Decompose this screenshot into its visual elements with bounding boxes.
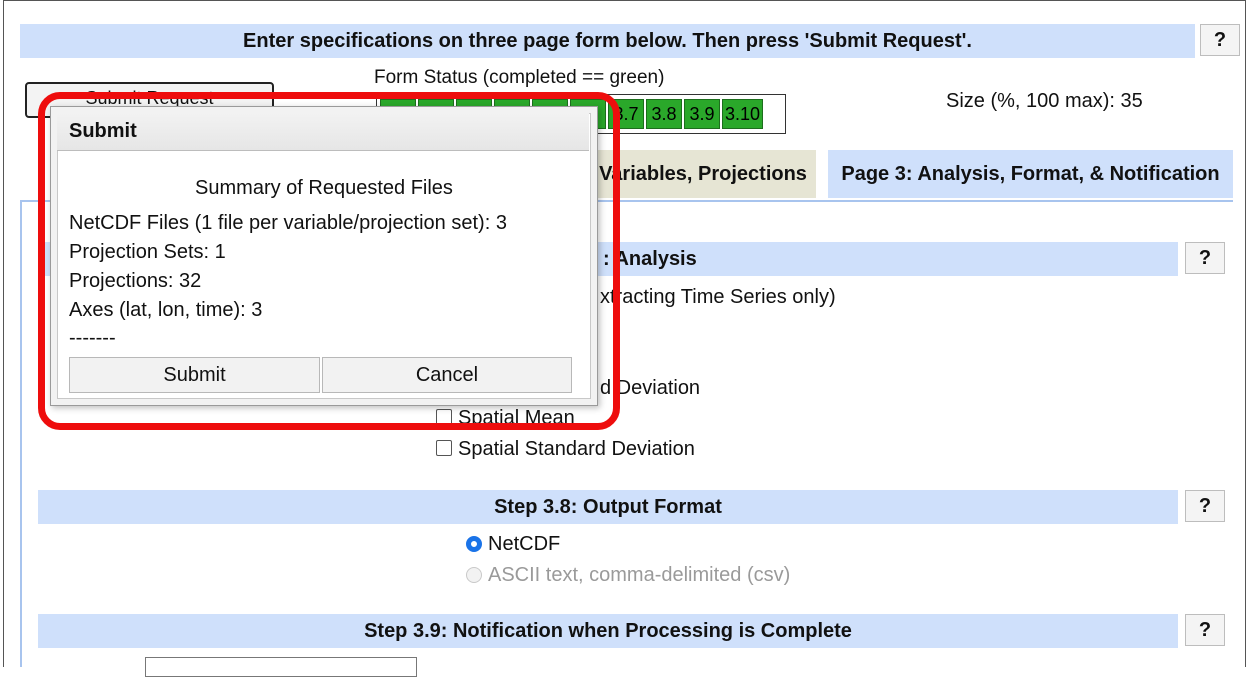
dialog-cancel-button[interactable]: Cancel xyxy=(322,357,572,393)
status-step[interactable]: 3.9 xyxy=(684,99,720,129)
instruction-text: Enter specifications on three page form … xyxy=(243,29,972,52)
spatial-std-checkbox[interactable] xyxy=(436,440,452,456)
spatial-std-option[interactable]: Spatial Standard Deviation xyxy=(436,438,695,461)
spatial-mean-checkbox[interactable] xyxy=(436,409,452,425)
dialog-title: Submit xyxy=(69,120,137,142)
output-format-header: Step 3.8: Output Format xyxy=(38,490,1178,524)
notification-help-button[interactable]: ? xyxy=(1185,614,1225,646)
help-icon: ? xyxy=(1198,494,1212,517)
dialog-submit-button[interactable]: Submit xyxy=(69,357,320,393)
tab-page-2[interactable]: Variables, Projections xyxy=(590,150,816,198)
std-deviation-label: d Deviation xyxy=(600,377,701,399)
summary-heading: Summary of Requested Files xyxy=(195,177,453,199)
ascii-radio[interactable] xyxy=(466,567,482,583)
help-button[interactable]: ? xyxy=(1200,24,1240,56)
netcdf-radio[interactable] xyxy=(466,536,482,552)
status-step[interactable]: 3.10 xyxy=(722,99,764,129)
axes-count: Axes (lat, lon, time): 3 xyxy=(69,299,263,321)
notification-header: Step 3.9: Notification when Processing i… xyxy=(38,614,1178,648)
summary-separator: ------- xyxy=(69,327,116,349)
size-indicator: Size (%, 100 max): 35 xyxy=(946,90,1143,112)
analysis-help-button[interactable]: ? xyxy=(1185,242,1225,274)
spatial-mean-option[interactable]: Spatial Mean xyxy=(436,407,575,430)
status-step[interactable]: 3.7 xyxy=(608,99,644,129)
tab-page-3[interactable]: Page 3: Analysis, Format, & Notification xyxy=(828,150,1233,198)
projections-count: Projections: 32 xyxy=(69,270,202,292)
help-icon: ? xyxy=(1198,246,1212,269)
form-status-label: Form Status (completed == green) xyxy=(374,67,665,88)
instruction-bar: Enter specifications on three page form … xyxy=(20,24,1195,58)
netcdf-files-count: NetCDF Files (1 file per variable/projec… xyxy=(69,212,507,234)
output-format-help-button[interactable]: ? xyxy=(1185,490,1225,522)
projection-sets-count: Projection Sets: 1 xyxy=(69,241,226,263)
ascii-option[interactable]: ASCII text, comma-delimited (csv) xyxy=(466,564,790,587)
submit-dialog: Submit Summary of Requested Files NetCDF… xyxy=(50,106,598,406)
status-step[interactable]: 3.8 xyxy=(646,99,682,129)
analysis-header-text: : Analysis xyxy=(603,247,697,270)
help-icon: ? xyxy=(1198,618,1212,641)
analysis-note: xtracting Time Series only) xyxy=(600,286,836,308)
dialog-title-bar[interactable]: Submit xyxy=(57,113,589,151)
email-input[interactable] xyxy=(145,657,417,677)
netcdf-option[interactable]: NetCDF xyxy=(466,533,560,556)
help-icon: ? xyxy=(1213,28,1227,51)
